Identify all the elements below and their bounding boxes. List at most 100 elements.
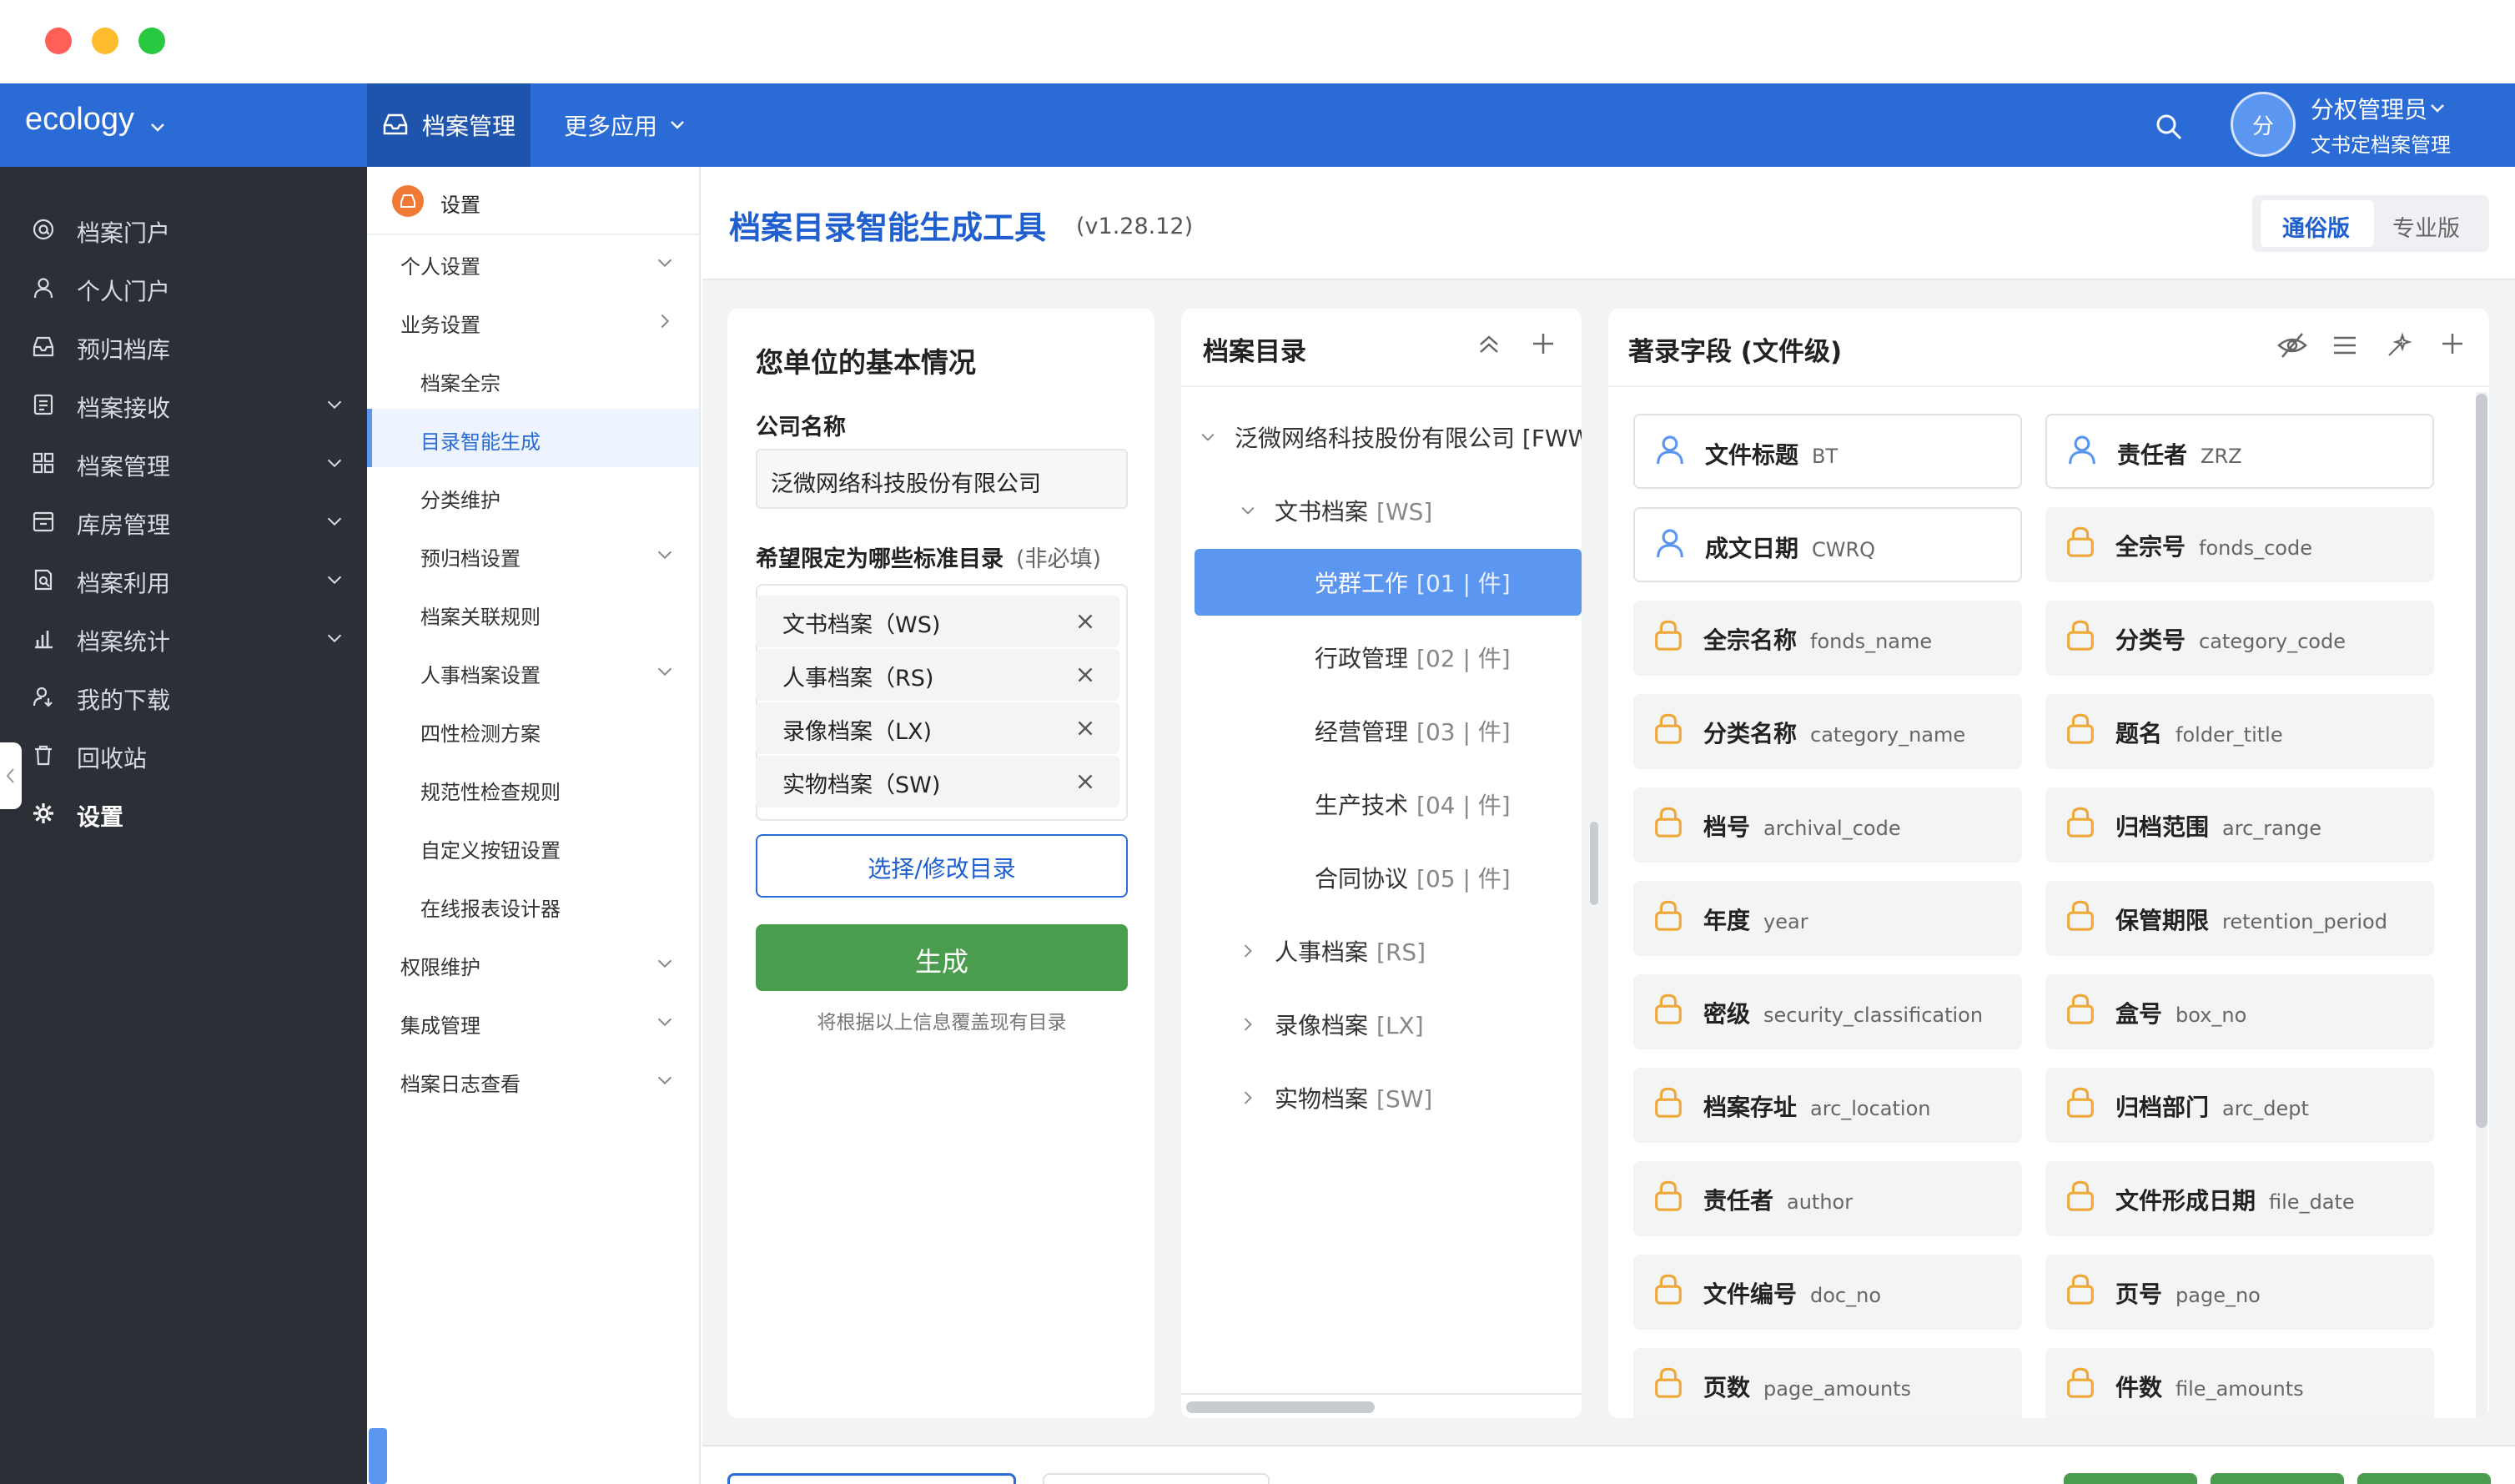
sidebar-item[interactable]: 档案门户	[0, 200, 367, 259]
field-item[interactable]: 分类号 category_code	[2045, 601, 2434, 676]
horizontal-scrollbar[interactable]	[1186, 1401, 1375, 1413]
sidebar-item[interactable]: 我的下载	[0, 667, 367, 726]
sidebar-item-label: 回收站	[77, 745, 148, 772]
submenu-item[interactable]: 档案全宗	[367, 350, 699, 409]
remove-tag-button[interactable]	[1073, 609, 1098, 634]
field-item[interactable]: 盒号 box_no	[2045, 974, 2434, 1049]
tree-node[interactable]: 人事档案 [RS]	[1181, 921, 1582, 979]
sidebar-item[interactable]: 预归档库	[0, 317, 367, 375]
field-item[interactable]: 页数 page_amounts	[1633, 1348, 2022, 1418]
field-item[interactable]: 密级 security_classification	[1633, 974, 2022, 1049]
mode-basic-button[interactable]: 通俗版	[2261, 200, 2374, 247]
vertical-scrollbar[interactable]	[2476, 394, 2487, 1128]
add-icon[interactable]	[2439, 330, 2466, 357]
field-item[interactable]: 归档范围 arc_range	[2045, 787, 2434, 863]
field-item[interactable]: 文件标题 BT	[1633, 414, 2022, 489]
field-item[interactable]: 分类名称 category_name	[1633, 694, 2022, 769]
select-catalog-button[interactable]: 选择/修改目录	[756, 834, 1128, 898]
bottom-action-button-2[interactable]	[2211, 1473, 2344, 1484]
submenu-item[interactable]: 权限维护	[367, 934, 699, 993]
field-item[interactable]: 件数 file_amounts	[2045, 1348, 2434, 1418]
tree-node[interactable]: 合同协议 [05 | 件]	[1181, 848, 1582, 906]
submenu-item[interactable]: 人事档案设置	[367, 642, 699, 701]
submenu-item[interactable]: 档案日志查看	[367, 1051, 699, 1109]
field-item[interactable]: 文件编号 doc_no	[1633, 1255, 2022, 1330]
remove-tag-button[interactable]	[1073, 662, 1098, 687]
sidebar-item[interactable]: 库房管理	[0, 492, 367, 551]
field-item[interactable]: 全宗号 fonds_code	[2045, 507, 2434, 582]
field-code: BT	[1812, 445, 1838, 468]
sidebar-item[interactable]: 档案管理	[0, 434, 367, 492]
brand-menu[interactable]: ecology	[25, 102, 134, 138]
close-window-button[interactable]	[45, 28, 72, 54]
field-item[interactable]: 责任者 ZRZ	[2045, 414, 2434, 489]
remove-tag-button[interactable]	[1073, 769, 1098, 794]
field-item[interactable]: 档案存址 arc_location	[1633, 1068, 2022, 1143]
sidebar-item[interactable]: 设置	[0, 784, 367, 843]
remove-tag-button[interactable]	[1073, 716, 1098, 741]
field-item[interactable]: 年度 year	[1633, 881, 2022, 956]
settings-badge-icon	[392, 185, 424, 217]
submenu-item[interactable]: 规范性检查规则	[367, 759, 699, 817]
tree-node[interactable]: 生产技术 [04 | 件]	[1181, 774, 1582, 833]
sidebar-item[interactable]: 档案统计	[0, 609, 367, 667]
submenu-collapse-handle[interactable]	[369, 1428, 387, 1484]
list-icon[interactable]	[2331, 332, 2359, 359]
mode-pro-button[interactable]: 专业版	[2392, 210, 2460, 243]
collapse-all-icon[interactable]	[1475, 330, 1503, 359]
minimize-window-button[interactable]	[92, 28, 118, 54]
field-item[interactable]: 全宗名称 fonds_name	[1633, 601, 2022, 676]
bottom-input[interactable]	[727, 1473, 1016, 1484]
submenu-item[interactable]: 档案关联规则	[367, 584, 699, 642]
submenu-item[interactable]: 自定义按钮设置	[367, 817, 699, 876]
generate-hint: 将根据以上信息覆盖现有目录	[817, 1012, 1067, 1034]
field-item[interactable]: 页号 page_no	[2045, 1255, 2434, 1330]
maximize-window-button[interactable]	[138, 28, 165, 54]
bottom-pager[interactable]	[1043, 1473, 1270, 1484]
tab-more-apps[interactable]: 更多应用	[564, 108, 657, 142]
tree-node[interactable]: 党群工作 [01 | 件]	[1195, 549, 1582, 616]
chevron-down-icon	[327, 634, 342, 643]
tree-node[interactable]: 行政管理 [02 | 件]	[1181, 627, 1582, 686]
submenu-item[interactable]: 业务设置	[367, 292, 699, 350]
window-titlebar	[0, 0, 2515, 83]
generate-button[interactable]: 生成	[756, 924, 1128, 991]
bottom-action-button-3[interactable]	[2357, 1473, 2491, 1484]
avatar[interactable]: 分	[2231, 92, 2296, 157]
tree-node[interactable]: 录像档案 [LX]	[1181, 994, 1582, 1053]
sidebar-item[interactable]: 个人门户	[0, 259, 367, 317]
company-name-input[interactable]: 泛微网络科技股份有限公司	[756, 449, 1128, 509]
bottom-action-button-1[interactable]	[2064, 1473, 2197, 1484]
field-item[interactable]: 保管期限 retention_period	[2045, 881, 2434, 956]
submenu-item[interactable]: 个人设置	[367, 234, 699, 292]
field-name: 件数	[2115, 1374, 2163, 1401]
field-item[interactable]: 责任者 author	[1633, 1161, 2022, 1236]
submenu-item[interactable]: 在线报表设计器	[367, 876, 699, 934]
tree-node[interactable]: 实物档案 [SW]	[1181, 1068, 1582, 1126]
sidebar-item[interactable]: 档案利用	[0, 551, 367, 609]
sidebar-item-label: 档案接收	[77, 395, 171, 422]
user-name[interactable]: 分权管理员	[2311, 92, 2427, 125]
search-icon[interactable]	[2154, 112, 2184, 142]
field-item[interactable]: 档号 archival_code	[1633, 787, 2022, 863]
field-item[interactable]: 归档部门 arc_dept	[2045, 1068, 2434, 1143]
submenu-item[interactable]: 四性检测方案	[367, 701, 699, 759]
submenu-item[interactable]: 分类维护	[367, 467, 699, 526]
eye-off-icon[interactable]	[2276, 330, 2309, 360]
tree-node[interactable]: 文书档案 [WS]	[1181, 480, 1582, 539]
field-item[interactable]: 题名 folder_title	[2045, 694, 2434, 769]
add-icon[interactable]	[1530, 330, 1557, 357]
magic-wand-icon[interactable]	[2384, 329, 2416, 360]
submenu-item[interactable]: 集成管理	[367, 993, 699, 1051]
field-item[interactable]: 成文日期 CWRQ	[1633, 507, 2022, 582]
vertical-scrollbar[interactable]	[1590, 822, 1598, 905]
submenu-item[interactable]: 预归档设置	[367, 526, 699, 584]
sidebar-item[interactable]: 档案接收	[0, 375, 367, 434]
field-item[interactable]: 文件形成日期 file_date	[2045, 1161, 2434, 1236]
sidebar-item-label: 档案统计	[77, 628, 171, 656]
tree-node[interactable]: 泛微网络科技股份有限公司 [FWW	[1181, 407, 1582, 465]
sidebar-item[interactable]: 回收站	[0, 726, 367, 784]
submenu-item[interactable]: 目录智能生成	[367, 409, 699, 467]
tree-node[interactable]: 经营管理 [03 | 件]	[1181, 701, 1582, 759]
sidebar-collapse-handle[interactable]	[0, 742, 22, 809]
